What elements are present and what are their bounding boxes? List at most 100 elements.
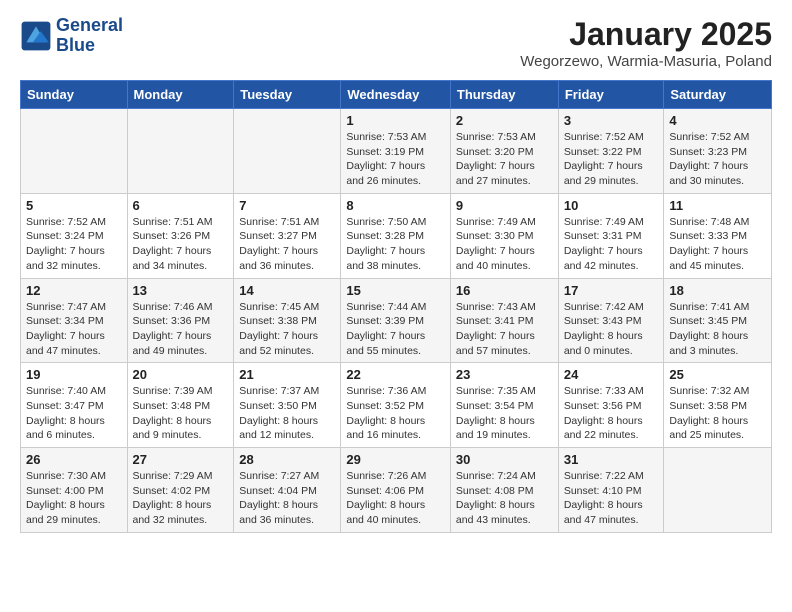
header-day: Wednesday xyxy=(341,81,451,109)
calendar-cell xyxy=(234,109,341,194)
location: Wegorzewo, Warmia-Masuria, Poland xyxy=(520,53,772,70)
calendar-cell: 24 Sunrise: 7:33 AMSunset: 3:56 PMDayligh… xyxy=(558,363,664,448)
day-number: 16 xyxy=(456,283,553,298)
calendar-cell: 21 Sunrise: 7:37 AMSunset: 3:50 PMDayligh… xyxy=(234,363,341,448)
calendar-header: SundayMondayTuesdayWednesdayThursdayFrid… xyxy=(21,81,772,109)
logo-line2: Blue xyxy=(56,36,123,56)
calendar-week-row: 19 Sunrise: 7:40 AMSunset: 3:47 PMDayligh… xyxy=(21,363,772,448)
day-number: 31 xyxy=(564,452,659,467)
calendar-table: SundayMondayTuesdayWednesdayThursdayFrid… xyxy=(20,80,772,533)
header-day: Sunday xyxy=(21,81,128,109)
header-row: SundayMondayTuesdayWednesdayThursdayFrid… xyxy=(21,81,772,109)
day-number: 28 xyxy=(239,452,335,467)
logo: General Blue xyxy=(20,16,123,56)
calendar-cell: 29 Sunrise: 7:26 AMSunset: 4:06 PMDayligh… xyxy=(341,448,451,533)
cell-content: Sunrise: 7:47 AMSunset: 3:34 PMDaylight:… xyxy=(26,300,122,359)
calendar-cell: 9 Sunrise: 7:49 AMSunset: 3:30 PMDaylight… xyxy=(450,193,558,278)
day-number: 2 xyxy=(456,113,553,128)
day-number: 11 xyxy=(669,198,766,213)
calendar-week-row: 5Sunrise: 7:52 AMSunset: 3:24 PMDaylight… xyxy=(21,193,772,278)
cell-content: Sunrise: 7:37 AMSunset: 3:50 PMDaylight:… xyxy=(239,384,335,443)
header-day: Tuesday xyxy=(234,81,341,109)
cell-content: Sunrise: 7:53 AMSunset: 3:19 PMDaylight:… xyxy=(346,130,445,189)
cell-content: Sunrise: 7:51 AMSunset: 3:26 PMDaylight:… xyxy=(133,215,229,274)
day-number: 12 xyxy=(26,283,122,298)
day-number: 26 xyxy=(26,452,122,467)
calendar-cell: 17Sunrise: 7:42 AMSunset: 3:43 PMDayligh… xyxy=(558,278,664,363)
cell-content: Sunrise: 7:22 AMSunset: 4:10 PMDaylight:… xyxy=(564,469,659,528)
day-number: 4 xyxy=(669,113,766,128)
logo-icon xyxy=(20,20,52,52)
header-day: Friday xyxy=(558,81,664,109)
calendar-cell: 12 Sunrise: 7:47 AMSunset: 3:34 PMDayligh… xyxy=(21,278,128,363)
day-number: 10 xyxy=(564,198,659,213)
day-number: 18 xyxy=(669,283,766,298)
logo-text: General Blue xyxy=(56,16,123,56)
cell-content: Sunrise: 7:33 AMSunset: 3:56 PMDaylight:… xyxy=(564,384,659,443)
cell-content: Sunrise: 7:52 AMSunset: 3:23 PMDaylight:… xyxy=(669,130,766,189)
day-number: 15 xyxy=(346,283,445,298)
cell-content: Sunrise: 7:43 AMSunset: 3:41 PMDaylight:… xyxy=(456,300,553,359)
calendar-cell: 7Sunrise: 7:51 AMSunset: 3:27 PMDaylight… xyxy=(234,193,341,278)
cell-content: Sunrise: 7:41 AMSunset: 3:45 PMDaylight:… xyxy=(669,300,766,359)
calendar-cell: 28 Sunrise: 7:27 AMSunset: 4:04 PMDayligh… xyxy=(234,448,341,533)
day-number: 21 xyxy=(239,367,335,382)
calendar-cell: 11 Sunrise: 7:48 AMSunset: 3:33 PMDayligh… xyxy=(664,193,772,278)
cell-content: Sunrise: 7:49 AMSunset: 3:30 PMDaylight:… xyxy=(456,215,553,274)
calendar-cell xyxy=(664,448,772,533)
cell-content: Sunrise: 7:52 AMSunset: 3:22 PMDaylight:… xyxy=(564,130,659,189)
day-number: 22 xyxy=(346,367,445,382)
cell-content: Sunrise: 7:53 AMSunset: 3:20 PMDaylight:… xyxy=(456,130,553,189)
header-day: Saturday xyxy=(664,81,772,109)
calendar-cell: 1 Sunrise: 7:53 AMSunset: 3:19 PMDaylight… xyxy=(341,109,451,194)
calendar-cell: 23 Sunrise: 7:35 AMSunset: 3:54 PMDayligh… xyxy=(450,363,558,448)
header-day: Monday xyxy=(127,81,234,109)
day-number: 13 xyxy=(133,283,229,298)
calendar-cell: 31 Sunrise: 7:22 AMSunset: 4:10 PMDayligh… xyxy=(558,448,664,533)
cell-content: Sunrise: 7:46 AMSunset: 3:36 PMDaylight:… xyxy=(133,300,229,359)
cell-content: Sunrise: 7:27 AMSunset: 4:04 PMDaylight:… xyxy=(239,469,335,528)
calendar-cell: 2 Sunrise: 7:53 AMSunset: 3:20 PMDaylight… xyxy=(450,109,558,194)
cell-content: Sunrise: 7:45 AMSunset: 3:38 PMDaylight:… xyxy=(239,300,335,359)
day-number: 20 xyxy=(133,367,229,382)
day-number: 3 xyxy=(564,113,659,128)
day-number: 7 xyxy=(239,198,335,213)
cell-content: Sunrise: 7:39 AMSunset: 3:48 PMDaylight:… xyxy=(133,384,229,443)
cell-content: Sunrise: 7:29 AMSunset: 4:02 PMDaylight:… xyxy=(133,469,229,528)
header-day: Thursday xyxy=(450,81,558,109)
cell-content: Sunrise: 7:36 AMSunset: 3:52 PMDaylight:… xyxy=(346,384,445,443)
day-number: 9 xyxy=(456,198,553,213)
day-number: 19 xyxy=(26,367,122,382)
calendar-cell: 3 Sunrise: 7:52 AMSunset: 3:22 PMDaylight… xyxy=(558,109,664,194)
calendar-cell: 18 Sunrise: 7:41 AMSunset: 3:45 PMDayligh… xyxy=(664,278,772,363)
calendar-week-row: 1 Sunrise: 7:53 AMSunset: 3:19 PMDaylight… xyxy=(21,109,772,194)
calendar-body: 1 Sunrise: 7:53 AMSunset: 3:19 PMDaylight… xyxy=(21,109,772,533)
calendar-week-row: 12 Sunrise: 7:47 AMSunset: 3:34 PMDayligh… xyxy=(21,278,772,363)
calendar-cell: 5Sunrise: 7:52 AMSunset: 3:24 PMDaylight… xyxy=(21,193,128,278)
calendar-cell: 16 Sunrise: 7:43 AMSunset: 3:41 PMDayligh… xyxy=(450,278,558,363)
day-number: 27 xyxy=(133,452,229,467)
day-number: 24 xyxy=(564,367,659,382)
calendar-cell: 25Sunrise: 7:32 AMSunset: 3:58 PMDayligh… xyxy=(664,363,772,448)
month-year: January 2025 xyxy=(520,16,772,53)
cell-content: Sunrise: 7:32 AMSunset: 3:58 PMDaylight:… xyxy=(669,384,766,443)
title-block: January 2025 Wegorzewo, Warmia-Masuria, … xyxy=(520,16,772,70)
day-number: 1 xyxy=(346,113,445,128)
day-number: 23 xyxy=(456,367,553,382)
cell-content: Sunrise: 7:49 AMSunset: 3:31 PMDaylight:… xyxy=(564,215,659,274)
cell-content: Sunrise: 7:48 AMSunset: 3:33 PMDaylight:… xyxy=(669,215,766,274)
day-number: 8 xyxy=(346,198,445,213)
cell-content: Sunrise: 7:35 AMSunset: 3:54 PMDaylight:… xyxy=(456,384,553,443)
cell-content: Sunrise: 7:26 AMSunset: 4:06 PMDaylight:… xyxy=(346,469,445,528)
logo-line1: General xyxy=(56,16,123,36)
calendar-cell: 22 Sunrise: 7:36 AMSunset: 3:52 PMDayligh… xyxy=(341,363,451,448)
calendar-cell: 4 Sunrise: 7:52 AMSunset: 3:23 PMDaylight… xyxy=(664,109,772,194)
calendar-cell: 19 Sunrise: 7:40 AMSunset: 3:47 PMDayligh… xyxy=(21,363,128,448)
calendar-week-row: 26Sunrise: 7:30 AMSunset: 4:00 PMDayligh… xyxy=(21,448,772,533)
cell-content: Sunrise: 7:44 AMSunset: 3:39 PMDaylight:… xyxy=(346,300,445,359)
day-number: 6 xyxy=(133,198,229,213)
calendar-cell: 10 Sunrise: 7:49 AMSunset: 3:31 PMDayligh… xyxy=(558,193,664,278)
calendar-cell: 15 Sunrise: 7:44 AMSunset: 3:39 PMDayligh… xyxy=(341,278,451,363)
day-number: 29 xyxy=(346,452,445,467)
cell-content: Sunrise: 7:40 AMSunset: 3:47 PMDaylight:… xyxy=(26,384,122,443)
